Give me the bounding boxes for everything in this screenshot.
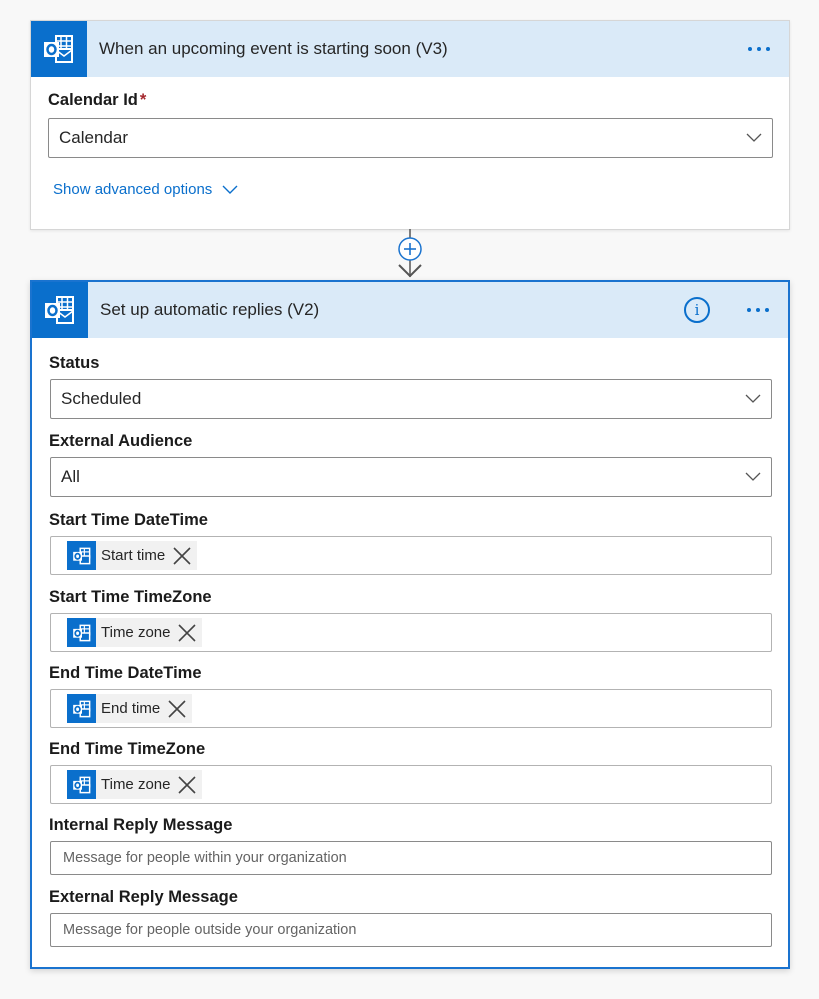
internal-reply-message-label: Internal Reply Message (49, 816, 233, 834)
start-time-datetime-label: Start Time DateTime (49, 511, 208, 529)
trigger-header[interactable]: When an upcoming event is starting soon … (31, 21, 789, 77)
outlook-icon (67, 541, 96, 570)
action-card[interactable]: Set up automatic replies (V2) i Status S… (30, 280, 790, 969)
ellipsis-dot (766, 47, 770, 51)
external-audience-dropdown[interactable]: All (50, 457, 772, 497)
chevron-down-icon (222, 185, 238, 195)
action-header[interactable]: Set up automatic replies (V2) i (32, 282, 788, 338)
status-dropdown[interactable]: Scheduled (50, 379, 772, 419)
outlook-icon (31, 21, 87, 77)
status-value: Scheduled (61, 389, 142, 408)
internal-reply-message-field[interactable] (50, 841, 772, 875)
action-title: Set up automatic replies (V2) (100, 300, 320, 319)
end-time-datetime-label: End Time DateTime (49, 664, 202, 682)
outlook-icon (32, 282, 88, 338)
advanced-options-label: Show advanced options (53, 181, 213, 198)
calendar-id-label-text: Calendar Id (48, 91, 138, 109)
chevron-down-icon[interactable] (735, 380, 771, 418)
ellipsis-icon (748, 47, 752, 51)
outlook-icon (67, 770, 96, 799)
token-label: End time (101, 700, 161, 717)
close-icon[interactable] (176, 622, 198, 644)
trigger-title: When an upcoming event is starting soon … (99, 39, 448, 58)
end-time-timezone-label: End Time TimeZone (49, 740, 206, 758)
token-label: Time zone (101, 624, 171, 641)
info-icon[interactable]: i (684, 297, 710, 323)
add-step-icon[interactable] (398, 237, 422, 261)
show-advanced-options-link[interactable]: Show advanced options (53, 181, 238, 198)
chevron-down-icon[interactable] (735, 458, 771, 496)
ellipsis-dot (756, 308, 760, 312)
trigger-card[interactable]: When an upcoming event is starting soon … (30, 20, 790, 230)
start-time-timezone-input[interactable]: Time zone (50, 613, 772, 652)
token-label: Time zone (101, 776, 171, 793)
calendar-id-dropdown[interactable]: Calendar (48, 118, 773, 158)
calendar-id-label: Calendar Id * (48, 91, 146, 110)
dynamic-content-token[interactable]: End time (67, 694, 193, 723)
info-glyph: i (694, 301, 700, 319)
step-connector (396, 229, 424, 281)
external-reply-message-field[interactable] (50, 913, 772, 947)
chevron-down-icon[interactable] (736, 119, 772, 157)
outlook-icon (67, 694, 96, 723)
ellipsis-dot (757, 47, 761, 51)
close-icon[interactable] (166, 698, 188, 720)
external-audience-value: All (61, 467, 80, 486)
trigger-more-button[interactable] (739, 34, 779, 64)
dynamic-content-token[interactable]: Start time (67, 541, 198, 570)
outlook-icon (67, 618, 96, 647)
ellipsis-dot (765, 308, 769, 312)
calendar-id-value: Calendar (59, 128, 128, 147)
ellipsis-icon (747, 308, 751, 312)
end-time-datetime-input[interactable]: End time (50, 689, 772, 728)
external-audience-label: External Audience (49, 432, 193, 450)
required-marker: * (139, 91, 147, 109)
external-reply-message-label: External Reply Message (49, 888, 238, 906)
start-time-timezone-label: Start Time TimeZone (49, 588, 212, 606)
external-reply-message-input[interactable] (51, 914, 771, 946)
close-icon[interactable] (171, 545, 193, 567)
internal-reply-message-input[interactable] (51, 842, 771, 874)
dynamic-content-token[interactable]: Time zone (67, 618, 203, 647)
dynamic-content-token[interactable]: Time zone (67, 770, 203, 799)
token-label: Start time (101, 547, 166, 564)
start-time-datetime-input[interactable]: Start time (50, 536, 772, 575)
action-more-button[interactable] (738, 295, 778, 325)
close-icon[interactable] (176, 774, 198, 796)
end-time-timezone-input[interactable]: Time zone (50, 765, 772, 804)
status-label: Status (49, 354, 100, 372)
